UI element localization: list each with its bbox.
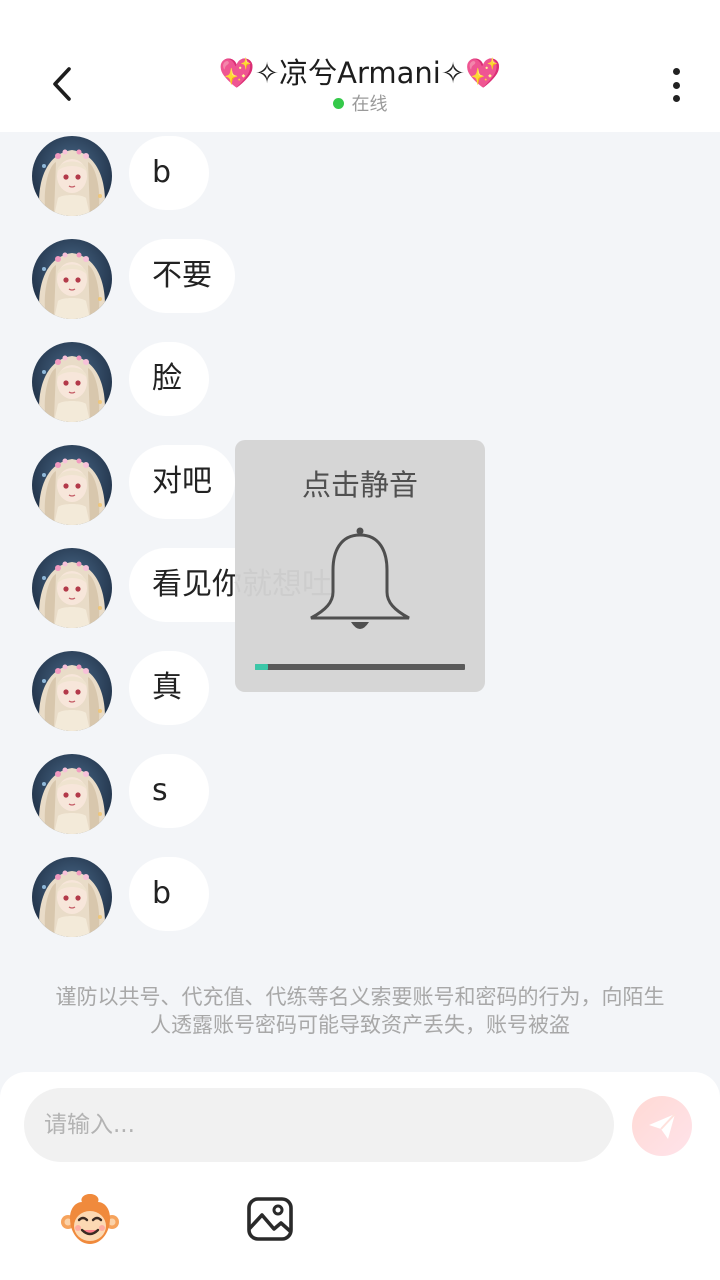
back-button[interactable] <box>40 62 84 106</box>
paper-plane-icon <box>649 1113 676 1139</box>
chat-header: 💖✧凉兮Armani✧💖 在线 <box>0 0 720 132</box>
avatar[interactable] <box>32 136 112 216</box>
composer-panel <box>0 1072 720 1280</box>
avatar[interactable] <box>32 445 112 525</box>
message-bubble[interactable]: b <box>129 136 209 210</box>
emoji-button[interactable] <box>60 1190 120 1248</box>
avatar-image <box>32 136 112 216</box>
avatar-image <box>32 548 112 628</box>
chat-title: 💖✧凉兮Armani✧💖 <box>218 56 502 90</box>
more-vertical-icon <box>672 68 680 75</box>
online-dot <box>332 97 344 109</box>
avatar[interactable] <box>32 754 112 834</box>
online-status: 在线 <box>300 90 420 116</box>
mute-title: 点击静音 <box>301 468 418 502</box>
bell-icon <box>310 527 410 629</box>
mute-overlay[interactable]: 点击静音 <box>235 440 485 692</box>
monkey-face-icon <box>61 1194 119 1244</box>
message-input[interactable] <box>24 1088 614 1162</box>
avatar-image <box>32 857 112 937</box>
send-button[interactable] <box>632 1096 692 1156</box>
mute-progress-fill <box>255 664 268 670</box>
online-status-label: 在线 <box>351 94 388 115</box>
message-bubble[interactable]: b <box>129 857 209 931</box>
avatar[interactable] <box>32 342 112 422</box>
avatar[interactable] <box>32 239 112 319</box>
message-bubble[interactable]: 不要 <box>129 239 235 313</box>
avatar-image <box>32 239 112 319</box>
image-button[interactable] <box>246 1196 294 1242</box>
more-options-button[interactable] <box>660 64 692 106</box>
chevron-left-icon <box>53 67 71 101</box>
message-bubble[interactable]: 脸 <box>129 342 209 416</box>
avatar-image <box>32 651 112 731</box>
message-bubble[interactable]: s <box>129 754 209 828</box>
avatar-image <box>32 445 112 525</box>
avatar-image <box>32 754 112 834</box>
message-bubble[interactable]: 对吧 <box>129 445 235 519</box>
image-icon <box>247 1197 293 1241</box>
avatar[interactable] <box>32 651 112 731</box>
avatar[interactable] <box>32 548 112 628</box>
security-notice: 谨防以共号、代充值、代练等名义索要账号和密码的行为，向陌生人透露账号密码可能导致… <box>55 985 665 1037</box>
avatar-image <box>32 342 112 422</box>
message-bubble[interactable]: 真 <box>129 651 209 725</box>
mute-progress-bar <box>255 664 465 670</box>
avatar[interactable] <box>32 857 112 937</box>
